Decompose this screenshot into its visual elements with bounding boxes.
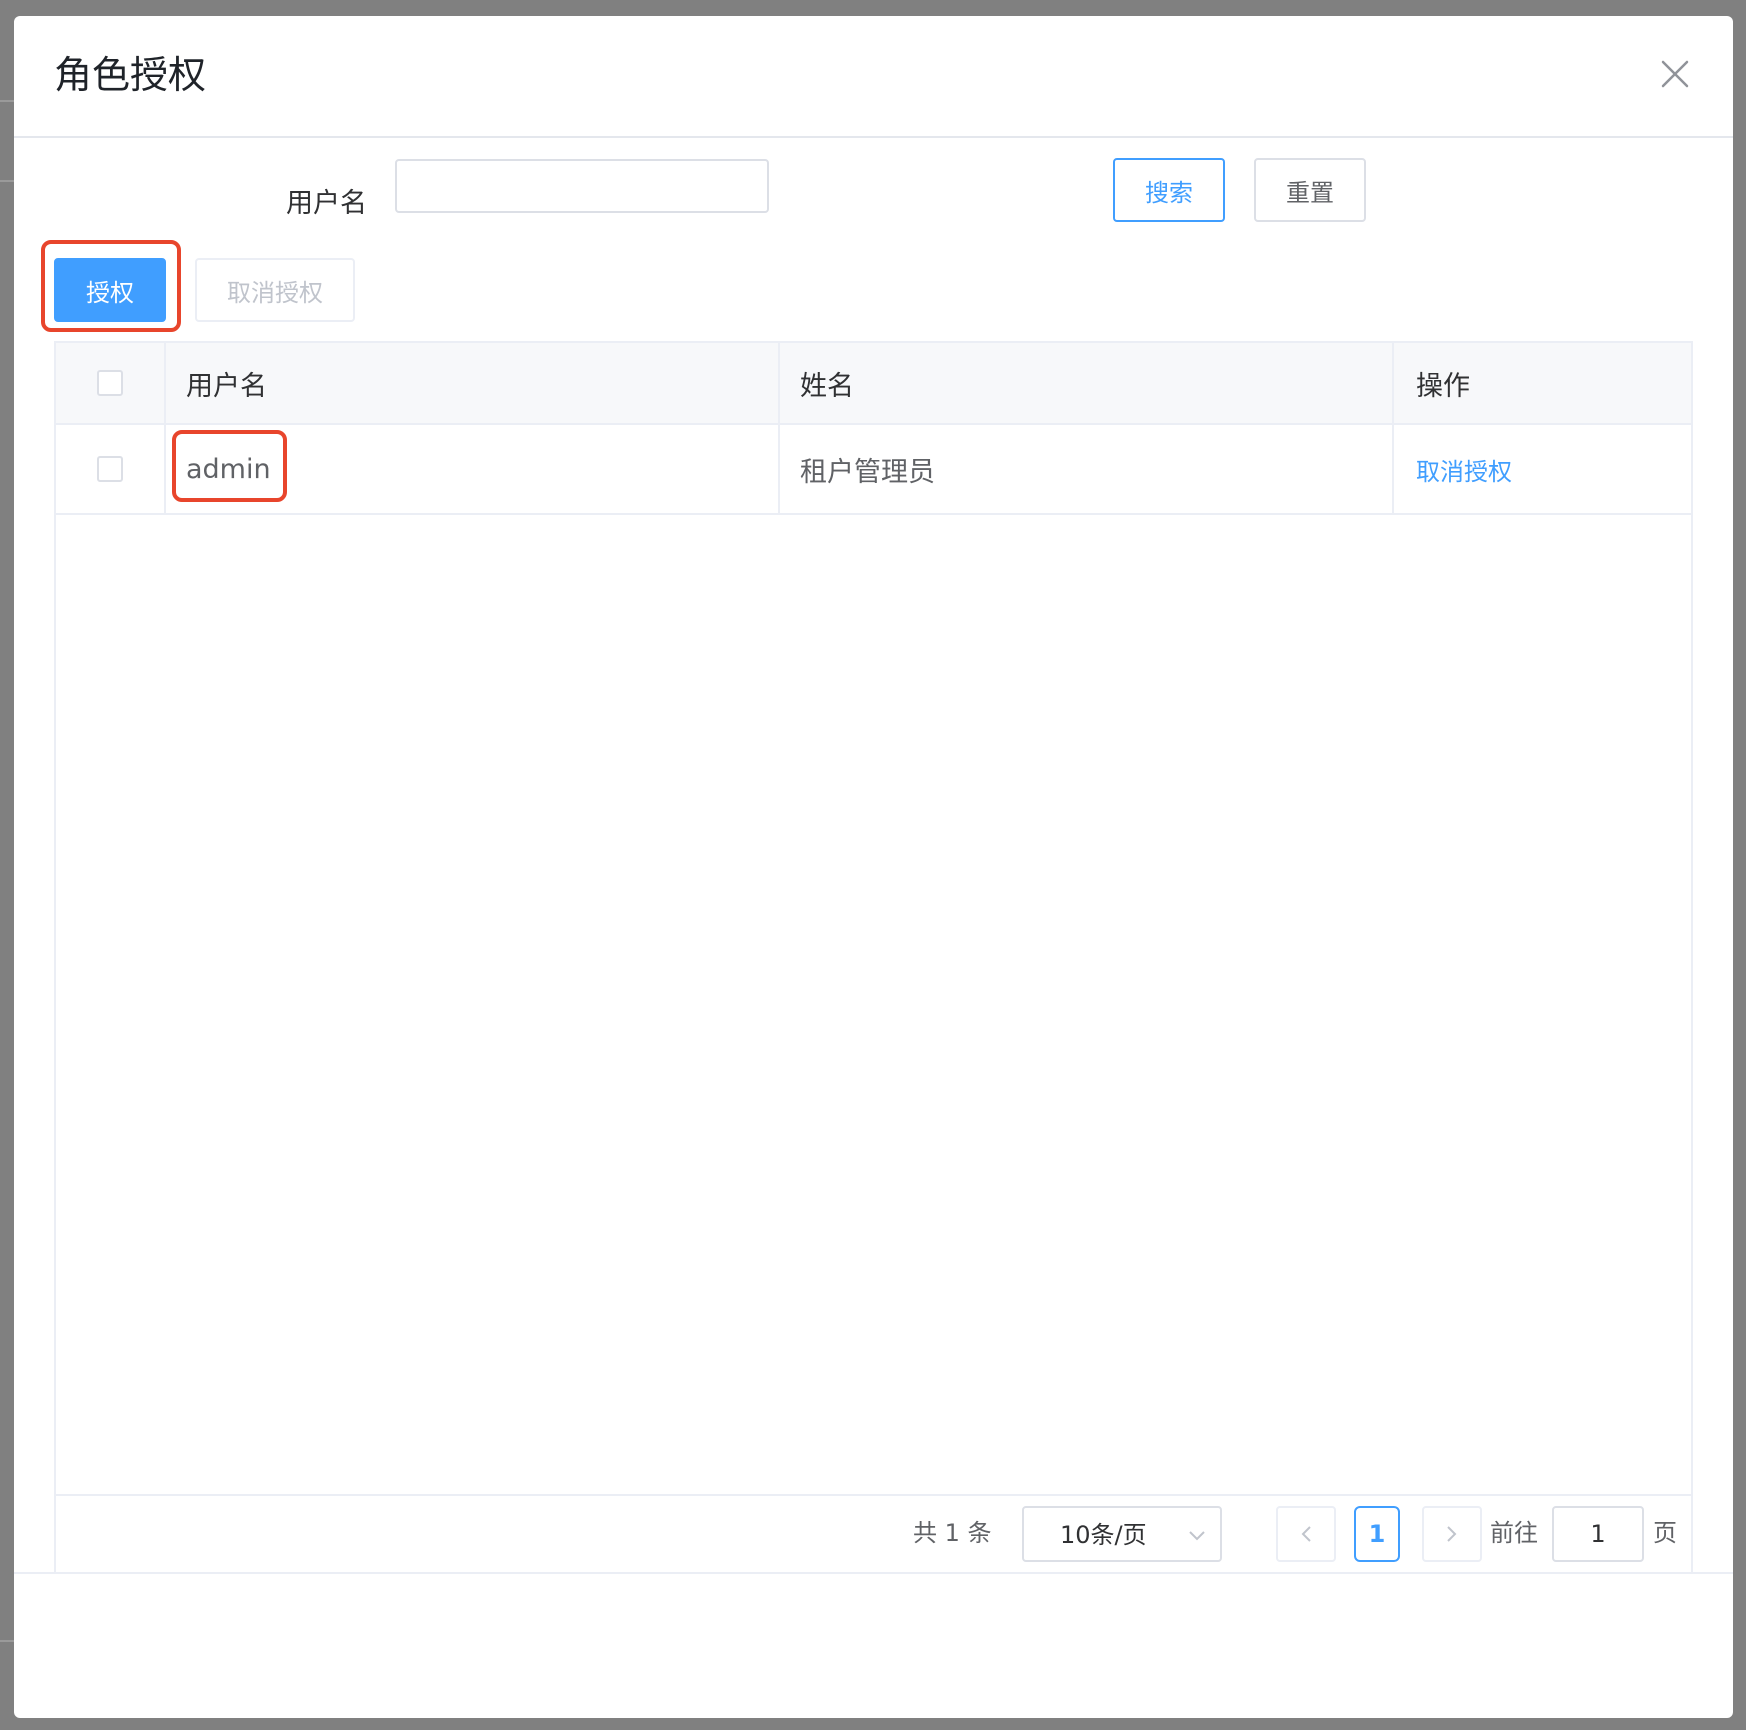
table-row: admin 租户管理员 取消授权 [56,425,1691,515]
grant-button[interactable]: 授权 [54,258,166,322]
backdrop-line [0,180,14,182]
page-number-current[interactable]: 1 [1354,1506,1400,1562]
header-cell-action: 操作 [1394,343,1691,423]
reset-button[interactable]: 重置 [1254,158,1366,222]
dialog-header: 角色授权 [14,16,1733,138]
header-cell-username: 用户名 [166,343,780,423]
page-size-value: 10条/页 [1060,1521,1147,1549]
pagination-total: 共 1 条 [913,1519,992,1547]
row-username-cell: admin [166,425,780,513]
dialog-title: 角色授权 [54,53,207,97]
header-select-cell [56,343,166,423]
page-size-select[interactable]: 10条/页 [1022,1506,1222,1562]
column-header-name: 姓名 [800,370,854,402]
row-select-cell [56,425,166,513]
username-label: 用户名 [286,188,367,219]
pagination-page-unit: 页 [1653,1519,1677,1547]
backdrop-line [0,100,14,102]
chevron-left-icon [1301,1526,1311,1542]
close-icon [1661,60,1689,88]
row-checkbox[interactable] [97,456,123,482]
role-authorization-dialog: 角色授权 用户名 搜索 重置 授权 取消授权 用户名 姓名 操作 admin 租… [14,16,1733,1718]
column-header-username: 用户名 [186,370,267,402]
chevron-right-icon [1447,1526,1457,1542]
header-cell-name: 姓名 [780,343,1394,423]
dialog-footer-divider [14,1572,1733,1574]
close-button[interactable] [1655,54,1695,94]
batch-revoke-button[interactable]: 取消授权 [195,258,355,322]
page-jump-input[interactable] [1552,1506,1644,1562]
row-action-cell: 取消授权 [1394,425,1691,513]
user-table: 用户名 姓名 操作 admin 租户管理员 取消授权 共 1 条 10条/页 1… [54,341,1693,1574]
row-name-cell: 租户管理员 [780,425,1394,513]
pagination-goto-label: 前往 [1490,1519,1538,1547]
column-header-action: 操作 [1416,370,1470,402]
prev-page-button[interactable] [1276,1506,1336,1562]
next-page-button[interactable] [1422,1506,1482,1562]
pagination: 共 1 条 10条/页 1 前往 页 [56,1494,1691,1574]
select-all-checkbox[interactable] [97,370,123,396]
table-header: 用户名 姓名 操作 [56,343,1691,425]
search-button[interactable]: 搜索 [1113,158,1225,222]
row-username: admin [186,453,271,485]
row-revoke-link[interactable]: 取消授权 [1416,452,1512,487]
chevron-down-icon [1189,1531,1205,1541]
username-search-input[interactable] [395,159,769,213]
backdrop-line [0,1640,14,1642]
row-name: 租户管理员 [800,456,935,488]
